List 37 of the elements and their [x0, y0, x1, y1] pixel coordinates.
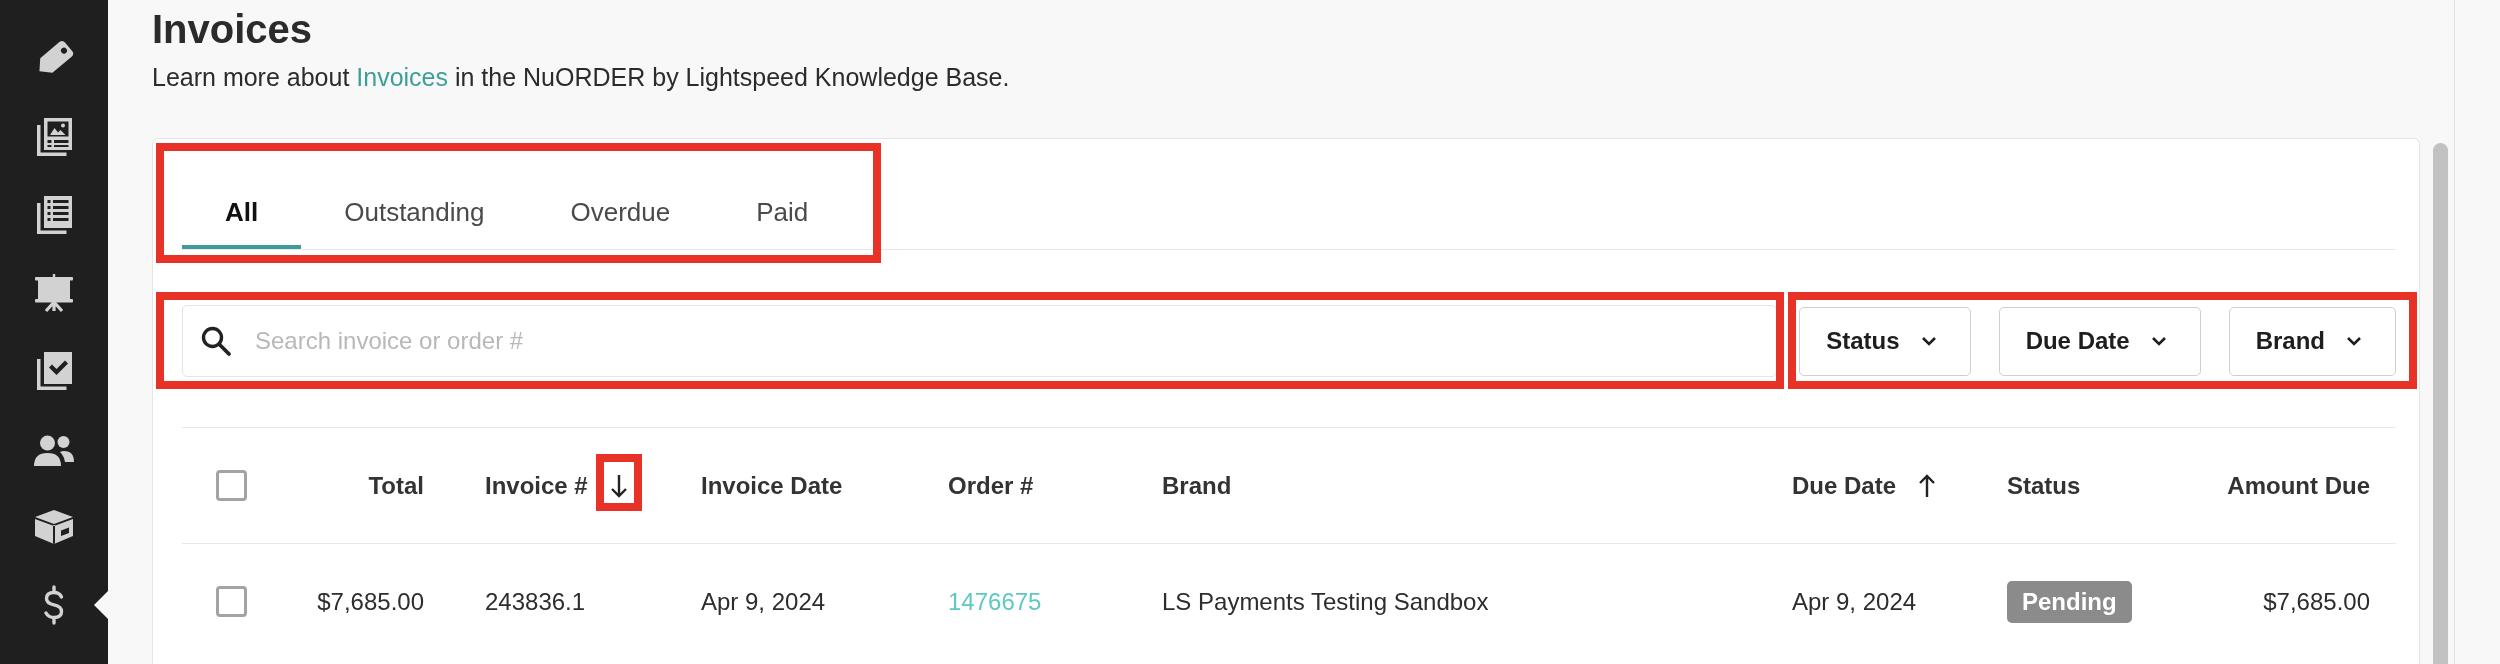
tab[interactable]: Overdue — [527, 179, 714, 249]
chevron-down-icon — [1920, 336, 1937, 346]
filter-dropdown[interactable]: Status — [1799, 306, 1971, 376]
search-icon — [200, 325, 232, 357]
checkbox[interactable] — [216, 586, 247, 617]
table-cell: $7,685.00 — [317, 587, 424, 616]
column-header[interactable]: Amount Due — [2227, 471, 2370, 500]
search-field[interactable]: Search invoice or order # — [182, 305, 1778, 377]
presentation-board-icon — [34, 273, 74, 313]
scrollbar[interactable] — [2433, 143, 2448, 664]
page-title: Invoices — [152, 6, 313, 53]
tab[interactable]: Outstanding — [301, 179, 528, 249]
chevron-down-icon — [2346, 336, 2362, 346]
column-header[interactable]: Invoice # — [485, 471, 588, 500]
checkbox[interactable] — [216, 470, 247, 501]
filter-dropdown[interactable]: Due Date — [1998, 306, 2201, 376]
table-cell: Apr 9, 2024 — [701, 587, 826, 616]
table-cell: LS Payments Testing Sandbox — [1162, 587, 1489, 616]
tab[interactable]: All — [182, 179, 302, 249]
list-stack-icon — [34, 195, 74, 235]
table-cell: Apr 9, 2024 — [1792, 587, 1917, 616]
photo-stack-icon — [34, 117, 74, 157]
column-header[interactable]: Total — [368, 471, 424, 500]
column-header[interactable]: Order # — [948, 471, 1034, 500]
status-badge: Pending — [2007, 580, 2132, 623]
column-header[interactable]: Invoice Date — [701, 471, 843, 500]
filter-dropdown[interactable]: Brand — [2228, 306, 2396, 376]
arrow-down-icon[interactable] — [608, 472, 629, 499]
column-header[interactable]: Status — [2007, 471, 2081, 500]
table-cell: 243836.1 — [485, 587, 586, 616]
checklist-stack-icon — [34, 351, 74, 391]
column-header[interactable]: Due Date — [1792, 471, 1897, 500]
help-text: Learn more about Invoices in the NuORDER by Lightspeed Knowledge Base. — [152, 62, 1010, 93]
chevron-down-icon — [2150, 336, 2167, 346]
table-cell: $7,685.00 — [2263, 587, 2370, 616]
column-header[interactable]: Brand — [1162, 471, 1232, 500]
tab[interactable]: Paid — [713, 179, 852, 249]
